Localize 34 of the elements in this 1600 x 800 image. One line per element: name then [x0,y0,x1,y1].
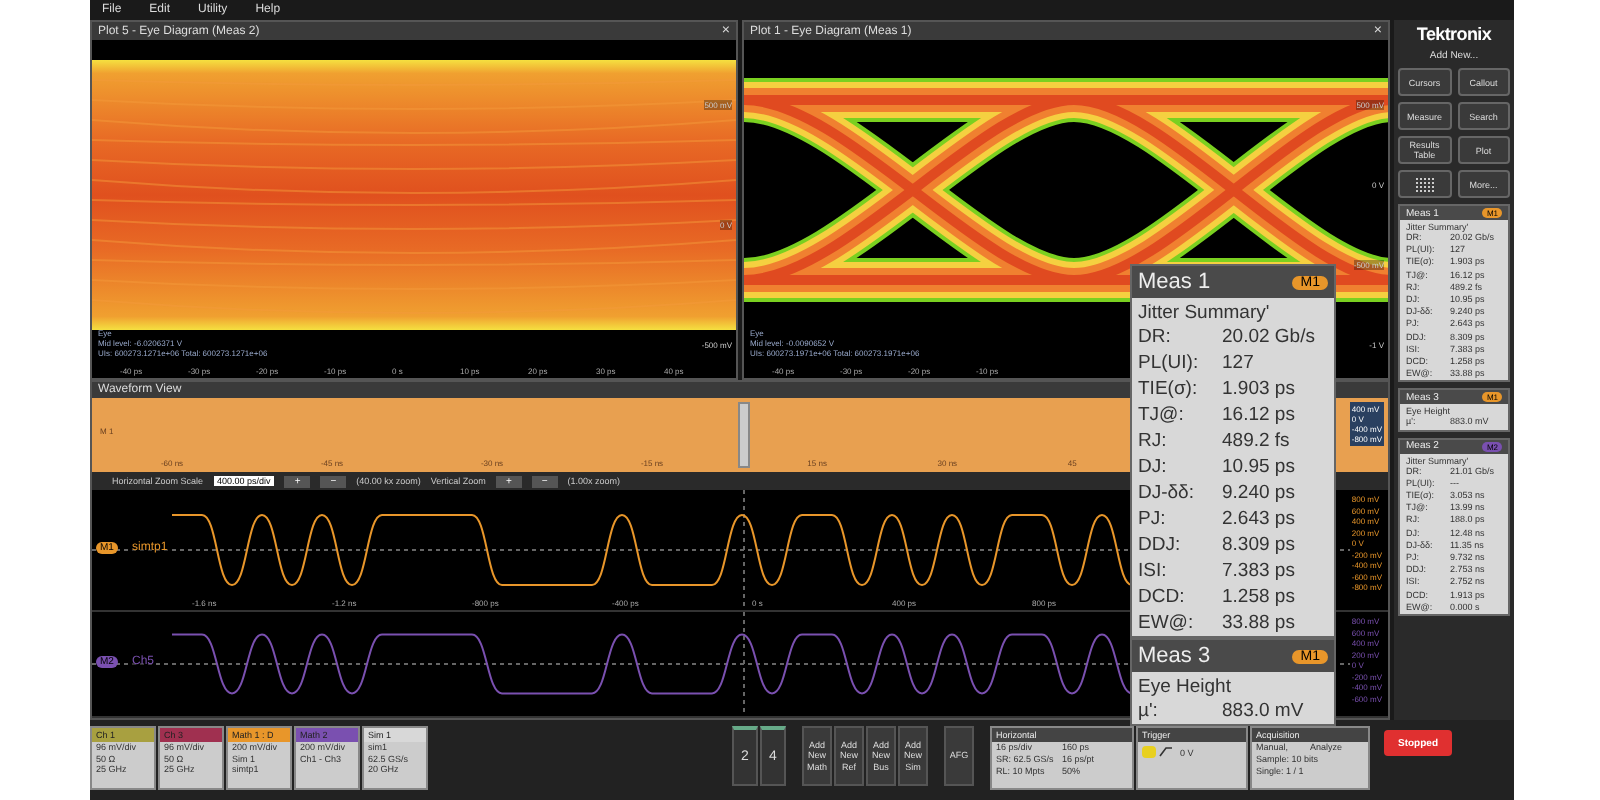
measurement-value: 33.88 ps [1222,610,1295,636]
measurement-value: 127 [1222,350,1254,376]
measurement-value: 7.383 ps [1222,558,1295,584]
measurement-value: 16.12 ps [1222,402,1295,428]
measurement-label: DJ-δδ: [1138,480,1196,506]
measurement-label: PL(UI): [1138,350,1201,376]
measurement-label: DDJ: [1138,532,1183,558]
measurement-value: 489.2 fs [1222,428,1290,454]
measurement-label: EW@: [1138,610,1196,636]
measurement-label: DJ: [1138,454,1169,480]
measurement-label: TJ@: [1138,402,1186,428]
measurement-label: DCD: [1138,584,1187,610]
brand-logo: Tektronix [1414,24,1494,44]
zoom-window-handle[interactable] [738,402,750,468]
measurement-value: 2.643 ps [1222,506,1295,532]
trigger-edge-icon [1142,746,1174,758]
measurement-label: ISI: [1138,558,1169,584]
measurement-value: 1.903 ps [1222,376,1295,402]
card-title: Meas 3 [1138,644,1211,668]
measurement-label: DR: [1138,324,1173,350]
measurement-value: 20.02 Gb/s [1222,324,1315,350]
panel-button[interactable] [1398,170,1451,198]
measurement-value: 8.309 ps [1222,532,1295,558]
measurement-name: Jitter Summary' [1136,300,1272,324]
measurement-value: 10.95 ps [1222,454,1295,480]
measurement-value: 883.0 mV [1222,698,1304,724]
measurement-label: PJ: [1138,506,1168,532]
measurement-label: µ': [1138,698,1160,724]
card-title: Meas 1 [1138,270,1211,294]
measurement-label: TIE(σ): [1138,376,1200,402]
measurement-value: 9.240 ps [1222,480,1295,506]
measurement-value: 1.258 ps [1222,584,1295,610]
measurement-label: RJ: [1138,428,1169,454]
measurement-name: Eye Height [1136,674,1233,698]
